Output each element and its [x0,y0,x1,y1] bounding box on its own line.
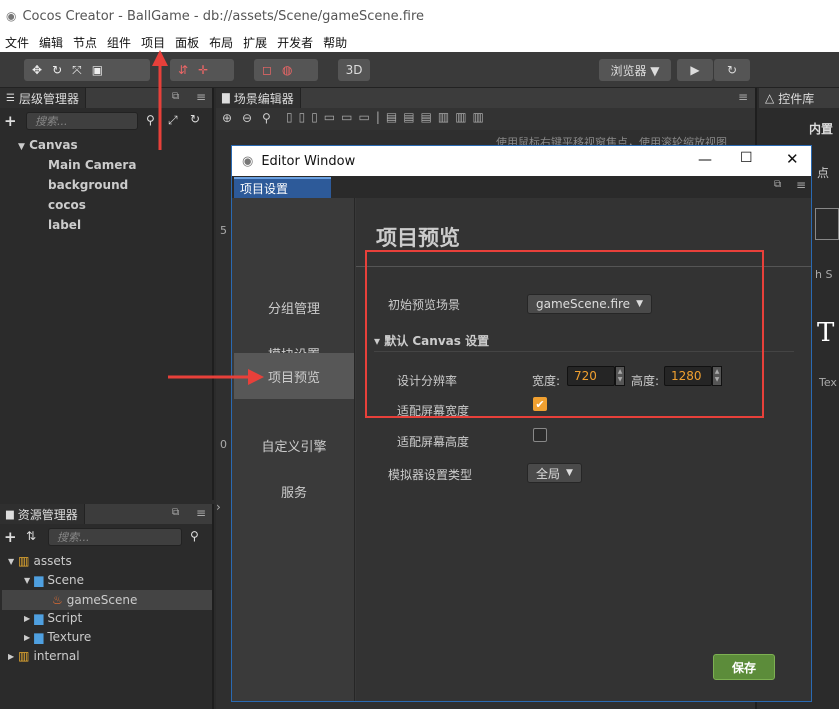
annotation-arrows [152,50,264,385]
arrow-to-preview-icon [168,369,264,385]
arrow-to-menu-icon [152,50,168,150]
